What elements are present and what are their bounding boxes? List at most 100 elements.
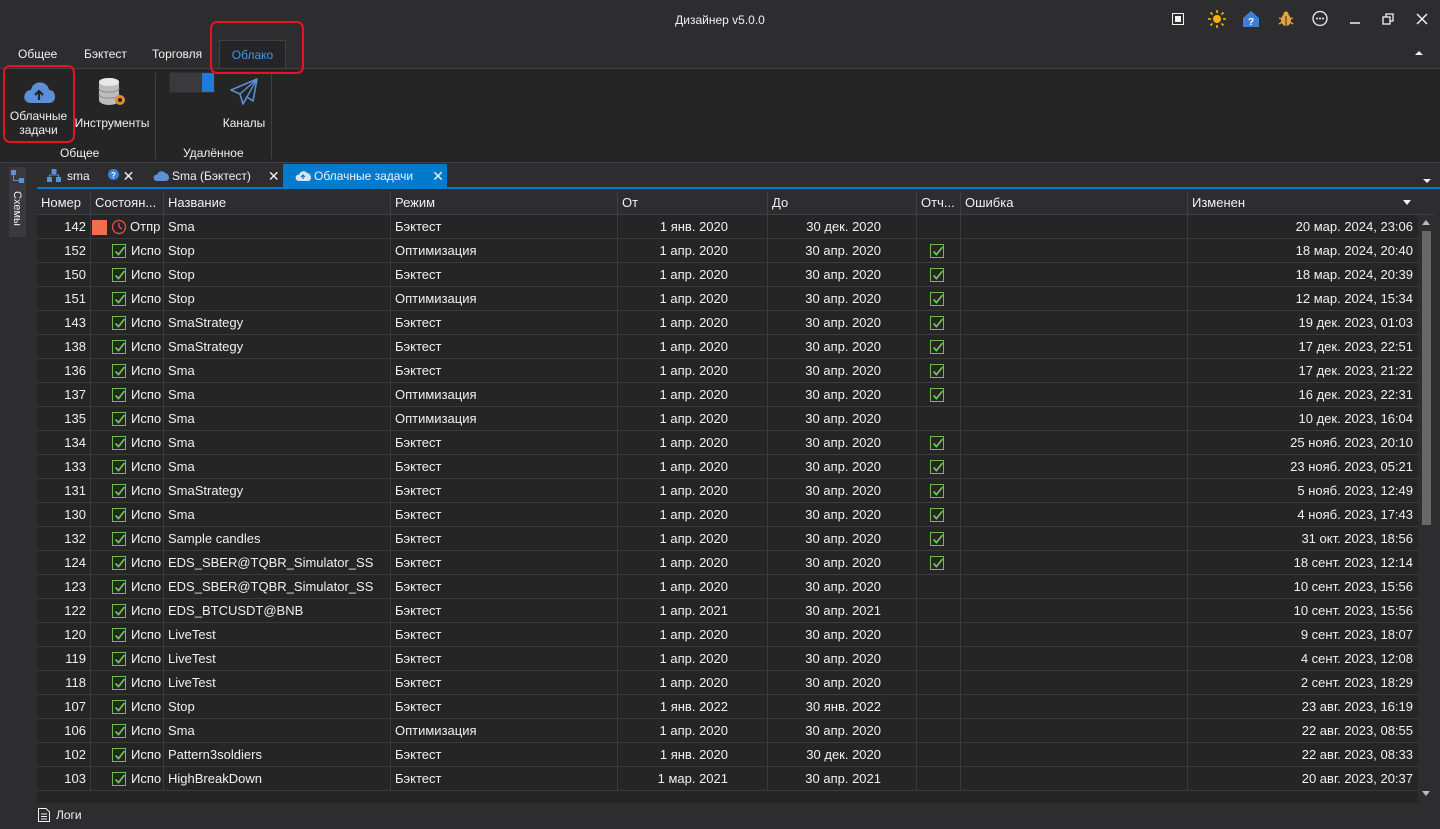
close-icon[interactable] [1412, 9, 1432, 29]
chat-icon[interactable] [1310, 9, 1330, 29]
table-row[interactable]: 136 Испо Sma Бэктест 1 апр. 2020 30 апр. 2020… [37, 359, 1418, 383]
column-header-from[interactable]: От [618, 191, 768, 215]
close-tab-icon[interactable]: ✕ [432, 164, 444, 188]
table-row[interactable]: 138 Испо SmaStrategy Бэктест 1 апр. 2020 30 а… [37, 335, 1418, 359]
cell-mode: Бэктест [391, 527, 618, 551]
report-check-icon[interactable] [930, 460, 944, 474]
group-general-label: Общее [60, 146, 100, 160]
table-row[interactable]: 151 Испо Stop Оптимизация 1 апр. 2020 30 апр.… [37, 287, 1418, 311]
report-check-icon[interactable] [930, 244, 944, 258]
table-row[interactable]: 107 Испо Stop Бэктест 1 янв. 2022 30 янв. 202… [37, 695, 1418, 719]
report-check-icon[interactable] [930, 532, 944, 546]
doc-tab-cloud-tasks[interactable]: Облачные задачи ✕ [283, 164, 447, 188]
cell-to: 30 апр. 2020 [768, 527, 917, 551]
check-icon [112, 316, 126, 330]
cell-from: 1 апр. 2020 [618, 551, 768, 575]
scroll-down-icon[interactable] [1422, 791, 1430, 796]
table-row[interactable]: 124 Испо EDS_SBER@TQBR_Simulator_SS Бэктест… [37, 551, 1418, 575]
table-row[interactable]: 120 Испо LiveTest Бэктест 1 апр. 2020 30 апр.… [37, 623, 1418, 647]
column-header-report[interactable]: Отч... [917, 191, 961, 215]
tabs-dropdown-icon[interactable] [1422, 172, 1432, 187]
column-header-state[interactable]: Состоян... [91, 191, 164, 215]
table-row[interactable]: 132 Испо Sample candles Бэктест 1 апр. 2020 3… [37, 527, 1418, 551]
cell-name: Sma [164, 719, 391, 743]
instruments-button[interactable]: Инструменты [74, 75, 150, 130]
cell-state: Отпр [91, 215, 164, 239]
cell-report [917, 647, 961, 671]
cell-name: Pattern3soldiers [164, 743, 391, 767]
column-header-error[interactable]: Ошибка [961, 191, 1188, 215]
vertical-scrollbar[interactable] [1418, 215, 1434, 803]
remote-toggle[interactable] [169, 72, 215, 93]
cell-number: 120 [37, 623, 91, 647]
report-check-icon[interactable] [930, 556, 944, 570]
report-check-icon[interactable] [930, 316, 944, 330]
cell-report [917, 671, 961, 695]
minimize-icon[interactable] [1345, 9, 1365, 29]
report-check-icon[interactable] [930, 292, 944, 306]
check-icon [112, 460, 126, 474]
info-icon[interactable]: ? [107, 164, 119, 188]
cell-number: 118 [37, 671, 91, 695]
logs-tab[interactable]: Логи [38, 808, 82, 822]
cell-from: 1 апр. 2020 [618, 575, 768, 599]
report-check-icon[interactable] [930, 364, 944, 378]
table-row[interactable]: 102 Испо Pattern3soldiers Бэктест 1 янв. 202… [37, 743, 1418, 767]
table-row[interactable]: 119 Испо LiveTest Бэктест 1 апр. 2020 30 апр.… [37, 647, 1418, 671]
table-row[interactable]: 143 Испо SmaStrategy Бэктест 1 апр. 2020 30 а… [37, 311, 1418, 335]
cell-number: 138 [37, 335, 91, 359]
close-tab-icon[interactable]: ✕ [123, 164, 135, 188]
table-row[interactable]: 122 Испо EDS_BTCUSDT@BNB Бэктест 1 апр. 2021… [37, 599, 1418, 623]
table-row[interactable]: 134 Испо Sma Бэктест 1 апр. 2020 30 апр. 2020… [37, 431, 1418, 455]
channels-label: Каналы [222, 116, 266, 130]
table-row[interactable]: 137 Испо Sma Оптимизация 1 апр. 2020 30 апр. … [37, 383, 1418, 407]
restore-icon[interactable] [1378, 9, 1398, 29]
table-row[interactable]: 106 Испо Sma Оптимизация 1 апр. 2020 30 апр. … [37, 719, 1418, 743]
table-row[interactable]: 142 Отпр Sma Бэктест 1 янв. 2020 30 дек. 2020… [37, 215, 1418, 239]
layout-icon[interactable] [1168, 9, 1188, 29]
doc-tab-sma-backtest[interactable]: Sma (Бэктест) ✕ [153, 164, 280, 188]
close-tab-icon[interactable]: ✕ [268, 164, 280, 188]
table-row[interactable]: 133 Испо Sma Бэктест 1 апр. 2020 30 апр. 2020… [37, 455, 1418, 479]
state-done: Испо [112, 407, 161, 431]
table-row[interactable]: 135 Испо Sma Оптимизация 1 апр. 2020 30 апр. … [37, 407, 1418, 431]
schemes-side-tab[interactable]: Схемы [9, 167, 26, 237]
report-check-icon[interactable] [930, 388, 944, 402]
channels-button[interactable]: Каналы [218, 75, 270, 130]
cell-changed: 20 авг. 2023, 20:37 [1301, 771, 1413, 786]
table-row[interactable]: 130 Испо Sma Бэктест 1 апр. 2020 30 апр. 2020… [37, 503, 1418, 527]
table-row[interactable]: 103 Испо HighBreakDown Бэктест 1 мар. 2021 30… [37, 767, 1418, 791]
cell-changed: 23 авг. 2023, 16:19 [1301, 699, 1413, 714]
report-check-icon[interactable] [930, 436, 944, 450]
column-header-name[interactable]: Название [164, 191, 391, 215]
cell-to: 30 дек. 2020 [768, 215, 917, 239]
theme-sun-icon[interactable] [1207, 9, 1227, 29]
table-row[interactable]: 152 Испо Stop Оптимизация 1 апр. 2020 30 апр.… [37, 239, 1418, 263]
scroll-up-icon[interactable] [1422, 220, 1430, 225]
help-icon[interactable]: ? [1241, 9, 1261, 29]
column-header-to[interactable]: До [768, 191, 917, 215]
cell-mode: Бэктест [391, 575, 618, 599]
report-check-icon[interactable] [930, 484, 944, 498]
cell-changed: 12 мар. 2024, 15:34 [1295, 291, 1413, 306]
bug-report-icon[interactable] [1276, 9, 1296, 29]
report-check-icon[interactable] [930, 268, 944, 282]
cell-to: 30 апр. 2021 [768, 599, 917, 623]
cell-name: Sma [164, 455, 391, 479]
scroll-thumb[interactable] [1422, 231, 1431, 525]
doc-tab-sma[interactable]: sma ? ✕ [47, 164, 134, 188]
tab-trading[interactable]: Торговля [144, 40, 210, 69]
table-row[interactable]: 118 Испо LiveTest Бэктест 1 апр. 2020 30 апр.… [37, 671, 1418, 695]
table-row[interactable]: 150 Испо Stop Бэктест 1 апр. 2020 30 апр. 202… [37, 263, 1418, 287]
table-row[interactable]: 123 Испо EDS_SBER@TQBR_Simulator_SS Бэктест… [37, 575, 1418, 599]
check-icon [112, 388, 126, 402]
column-header-number[interactable]: Номер [37, 191, 91, 215]
state-text: Испо [131, 603, 162, 618]
report-check-icon[interactable] [930, 508, 944, 522]
report-check-icon[interactable] [930, 340, 944, 354]
column-header-mode[interactable]: Режим [391, 191, 618, 215]
column-header-changed[interactable]: Изменен [1188, 191, 1418, 215]
tab-backtest[interactable]: Бэктест [76, 40, 135, 69]
collapse-ribbon-icon[interactable] [1412, 46, 1426, 60]
table-row[interactable]: 131 Испо SmaStrategy Бэктест 1 апр. 2020 30 а… [37, 479, 1418, 503]
